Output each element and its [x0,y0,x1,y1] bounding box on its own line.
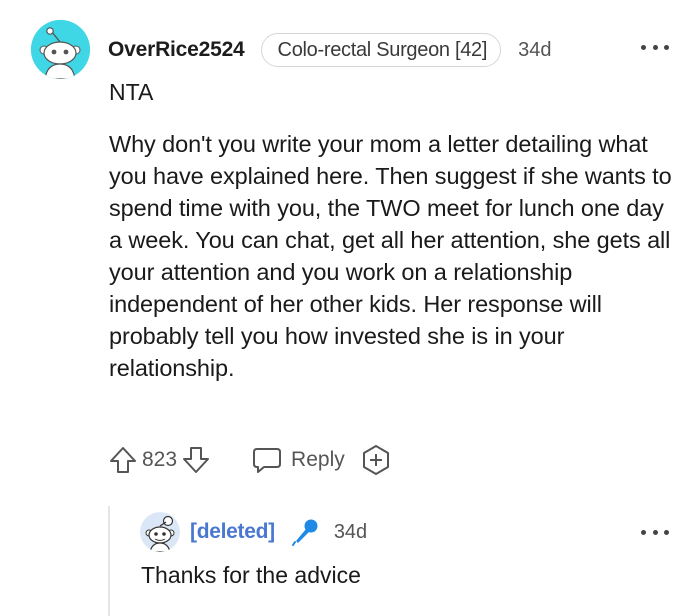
user-avatar[interactable] [31,20,90,79]
comment-actions: 823 Reply [108,440,393,480]
award-plus-icon [359,443,393,477]
more-options-icon[interactable] [641,42,669,52]
comment-body: Why don't you write your mom a letter de… [109,131,672,381]
reply-more-options-icon[interactable] [641,527,669,537]
vote-count: 823 [142,448,178,471]
reply-header: [deleted] 34d [190,514,367,550]
reply-body: Thanks for the advice [141,562,361,588]
reply-username[interactable]: [deleted] [190,520,275,544]
more-dot [641,529,646,535]
speech-bubble-icon [251,445,283,475]
comment-timestamp: 34d [518,38,552,61]
snoo-deleted-avatar-icon [140,512,180,552]
reply-avatar[interactable] [140,512,180,552]
more-dot [652,44,658,50]
reply-button[interactable]: Reply [251,445,345,475]
more-dot [641,44,646,50]
thread-line[interactable] [108,506,110,616]
comment-username[interactable]: OverRice2524 [108,38,245,62]
more-dot [652,529,658,535]
reply-timestamp: 34d [333,520,368,543]
more-dot [664,44,669,50]
microphone-icon [290,517,320,547]
award-button[interactable] [359,443,393,477]
upvote-arrow-icon[interactable] [108,445,138,475]
more-dot [664,529,669,535]
comment: OverRice2524 Colo-rectal Surgeon [42] 34… [0,0,700,616]
snoo-avatar-icon [31,20,90,79]
comment-verdict: NTA [109,79,154,105]
reply-label: Reply [291,448,345,471]
comment-header: OverRice2524 Colo-rectal Surgeon [42] 34… [108,32,552,68]
downvote-arrow-icon[interactable] [181,445,211,475]
user-flair: Colo-rectal Surgeon [42] [260,33,502,67]
